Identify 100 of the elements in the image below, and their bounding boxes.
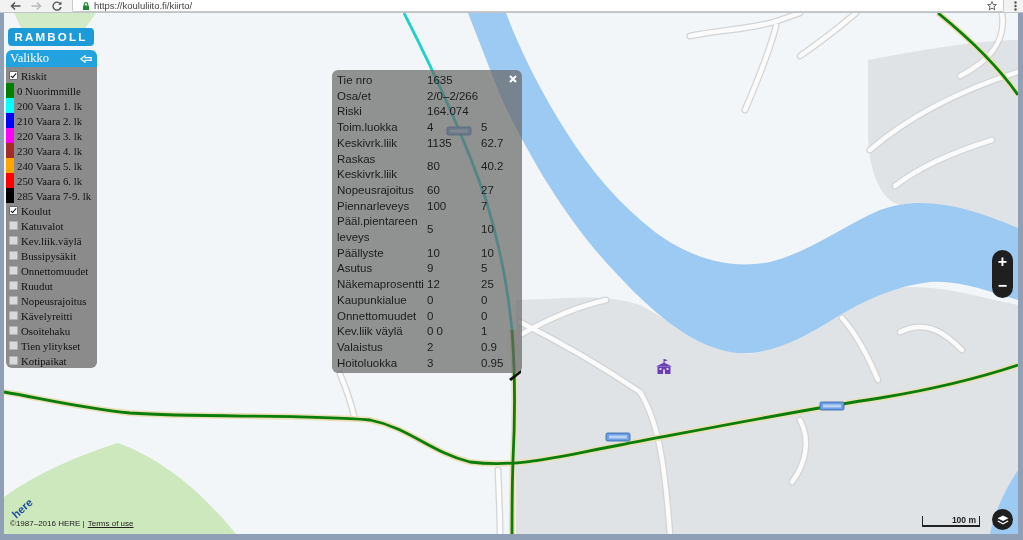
popup-value: 9 xyxy=(427,261,434,277)
zoom-out-button[interactable]: − xyxy=(992,274,1013,298)
reload-icon[interactable] xyxy=(52,1,62,11)
popup-pointer-icon xyxy=(509,370,521,381)
layer-label: Ruudut xyxy=(21,278,53,293)
checkbox[interactable] xyxy=(9,341,18,350)
popup-label: Pääl.pientareen leveys xyxy=(337,214,419,246)
layer-label: Tien ylitykset xyxy=(21,338,81,353)
layer-label: Kävelyreitti xyxy=(21,308,73,323)
layer-label: Koulut xyxy=(21,203,51,218)
lock-icon xyxy=(83,1,89,10)
popup-value: 25 xyxy=(481,277,494,293)
popup-value: 0 xyxy=(427,308,434,324)
popup-value: 10 xyxy=(481,222,494,238)
forward-icon[interactable] xyxy=(31,1,42,11)
back-icon[interactable] xyxy=(10,1,21,11)
layer-label: Nopeusrajoitus xyxy=(21,293,87,308)
popup-value: 7 xyxy=(481,198,488,214)
popup-label: Piennarleveys xyxy=(337,198,411,214)
layer-label: Kotipaikat xyxy=(21,353,67,368)
popup-label: Asutus xyxy=(337,261,374,277)
popup-value: 10 xyxy=(481,245,494,261)
checkbox[interactable] xyxy=(9,236,18,245)
checkbox[interactable] xyxy=(9,206,18,215)
logo: RAMBOLL xyxy=(8,28,94,46)
checkbox[interactable] xyxy=(9,356,18,365)
popup-label: Näkemaprosentti xyxy=(337,277,425,293)
popup-value: 2 xyxy=(427,339,434,355)
popup-value: 40.2 xyxy=(481,159,504,175)
popup-value: 0 xyxy=(481,292,488,308)
layer-label: Bussipysäkit xyxy=(21,248,77,263)
star-icon[interactable] xyxy=(987,0,997,11)
legend-label: 250 Vaara 6. lk xyxy=(17,173,83,188)
layer-label: Riskit xyxy=(21,68,47,83)
popup-value: 5 xyxy=(481,261,488,277)
close-icon[interactable] xyxy=(509,75,517,83)
checkbox[interactable] xyxy=(9,266,18,275)
popup-value: 5 xyxy=(481,120,488,136)
attribution-text: ©1987–2016 HERE | xyxy=(10,519,85,529)
popup-value: 100 xyxy=(427,198,447,214)
popup-value: 5 xyxy=(427,222,434,238)
popup-label: Keskivrk.liik xyxy=(337,135,399,151)
popup-label: Kev.liik väylä xyxy=(337,324,404,340)
checkbox[interactable] xyxy=(9,71,18,80)
popup-label: Raskas Keskivrk.liik xyxy=(337,151,399,183)
road-shield-icon xyxy=(819,401,845,411)
legend-label: 240 Vaara 5. lk xyxy=(17,158,83,173)
layer-label: Osoitehaku xyxy=(21,323,71,338)
legend-label: 0 Nuorimmille xyxy=(17,83,81,98)
popup-value: 164.074 xyxy=(427,104,469,120)
popup-value: 62.7 xyxy=(481,135,504,151)
legend-label: 200 Vaara 1. lk xyxy=(17,98,83,113)
legend-label: 210 Vaara 2. lk xyxy=(17,113,83,128)
checkbox[interactable] xyxy=(9,326,18,335)
checkbox[interactable] xyxy=(9,296,18,305)
popup-value: 4 xyxy=(427,120,434,136)
popup-value: 12 xyxy=(427,277,440,293)
checkbox[interactable] xyxy=(9,281,18,290)
popup-value: 2/0–2/266 xyxy=(427,88,479,104)
popup-value: 0 xyxy=(427,292,434,308)
left-arrow-icon[interactable] xyxy=(80,54,92,63)
popup-value: 1 xyxy=(481,324,488,340)
popup-value: 1635 xyxy=(427,73,453,88)
popup-value: 27 xyxy=(481,182,494,198)
address-bar[interactable]: https://koululiito.fi/kiirto/ xyxy=(72,0,1004,12)
popup-label: Riski xyxy=(337,104,363,120)
terms-link[interactable]: Terms of use xyxy=(87,519,134,529)
popup-value: 0 0 xyxy=(427,324,443,340)
layer-label: Onnettomuudet xyxy=(21,263,89,278)
popup-value: 60 xyxy=(427,182,440,198)
popup-label: Valaistus xyxy=(337,339,384,355)
layers-icon xyxy=(996,514,1009,525)
popup-label: Onnettomuudet xyxy=(337,308,418,324)
popup-label: Tie nro xyxy=(337,73,374,88)
popup-label: Päällyste xyxy=(337,245,385,261)
popup-value: 0.95 xyxy=(481,355,504,371)
popup-label: Osa/et xyxy=(337,88,372,104)
popup-label: Nopeusrajoitus xyxy=(337,182,415,198)
popup-value: 80 xyxy=(427,159,440,175)
legend-label: 220 Vaara 3. lk xyxy=(17,128,83,143)
road-shield-icon xyxy=(605,432,631,442)
popup-value: 1135 xyxy=(427,135,452,151)
checkbox[interactable] xyxy=(9,311,18,320)
checkbox[interactable] xyxy=(9,221,18,230)
popup-label: Kaupunkialue xyxy=(337,292,408,308)
popup-value: 10 xyxy=(427,245,440,261)
popup-value: 0.9 xyxy=(481,339,497,355)
menu-title: Valikko xyxy=(10,50,49,67)
popup-value: 3 xyxy=(427,355,434,371)
checkbox[interactable] xyxy=(9,251,18,260)
legend-label: 230 Vaara 4. lk xyxy=(17,143,83,158)
layer-label: Kev.liik.väylä xyxy=(21,233,82,248)
school-icon[interactable] xyxy=(655,359,673,374)
popup-label: Toim.luokka xyxy=(337,120,399,136)
menu-icon[interactable] xyxy=(1014,1,1017,11)
popup-value: 0 xyxy=(481,308,488,324)
scale-label: 100 m xyxy=(951,516,976,525)
layer-label: Katuvalot xyxy=(21,218,64,233)
popup-label: Hoitoluokka xyxy=(337,355,399,371)
zoom-in-button[interactable]: + xyxy=(992,250,1013,274)
